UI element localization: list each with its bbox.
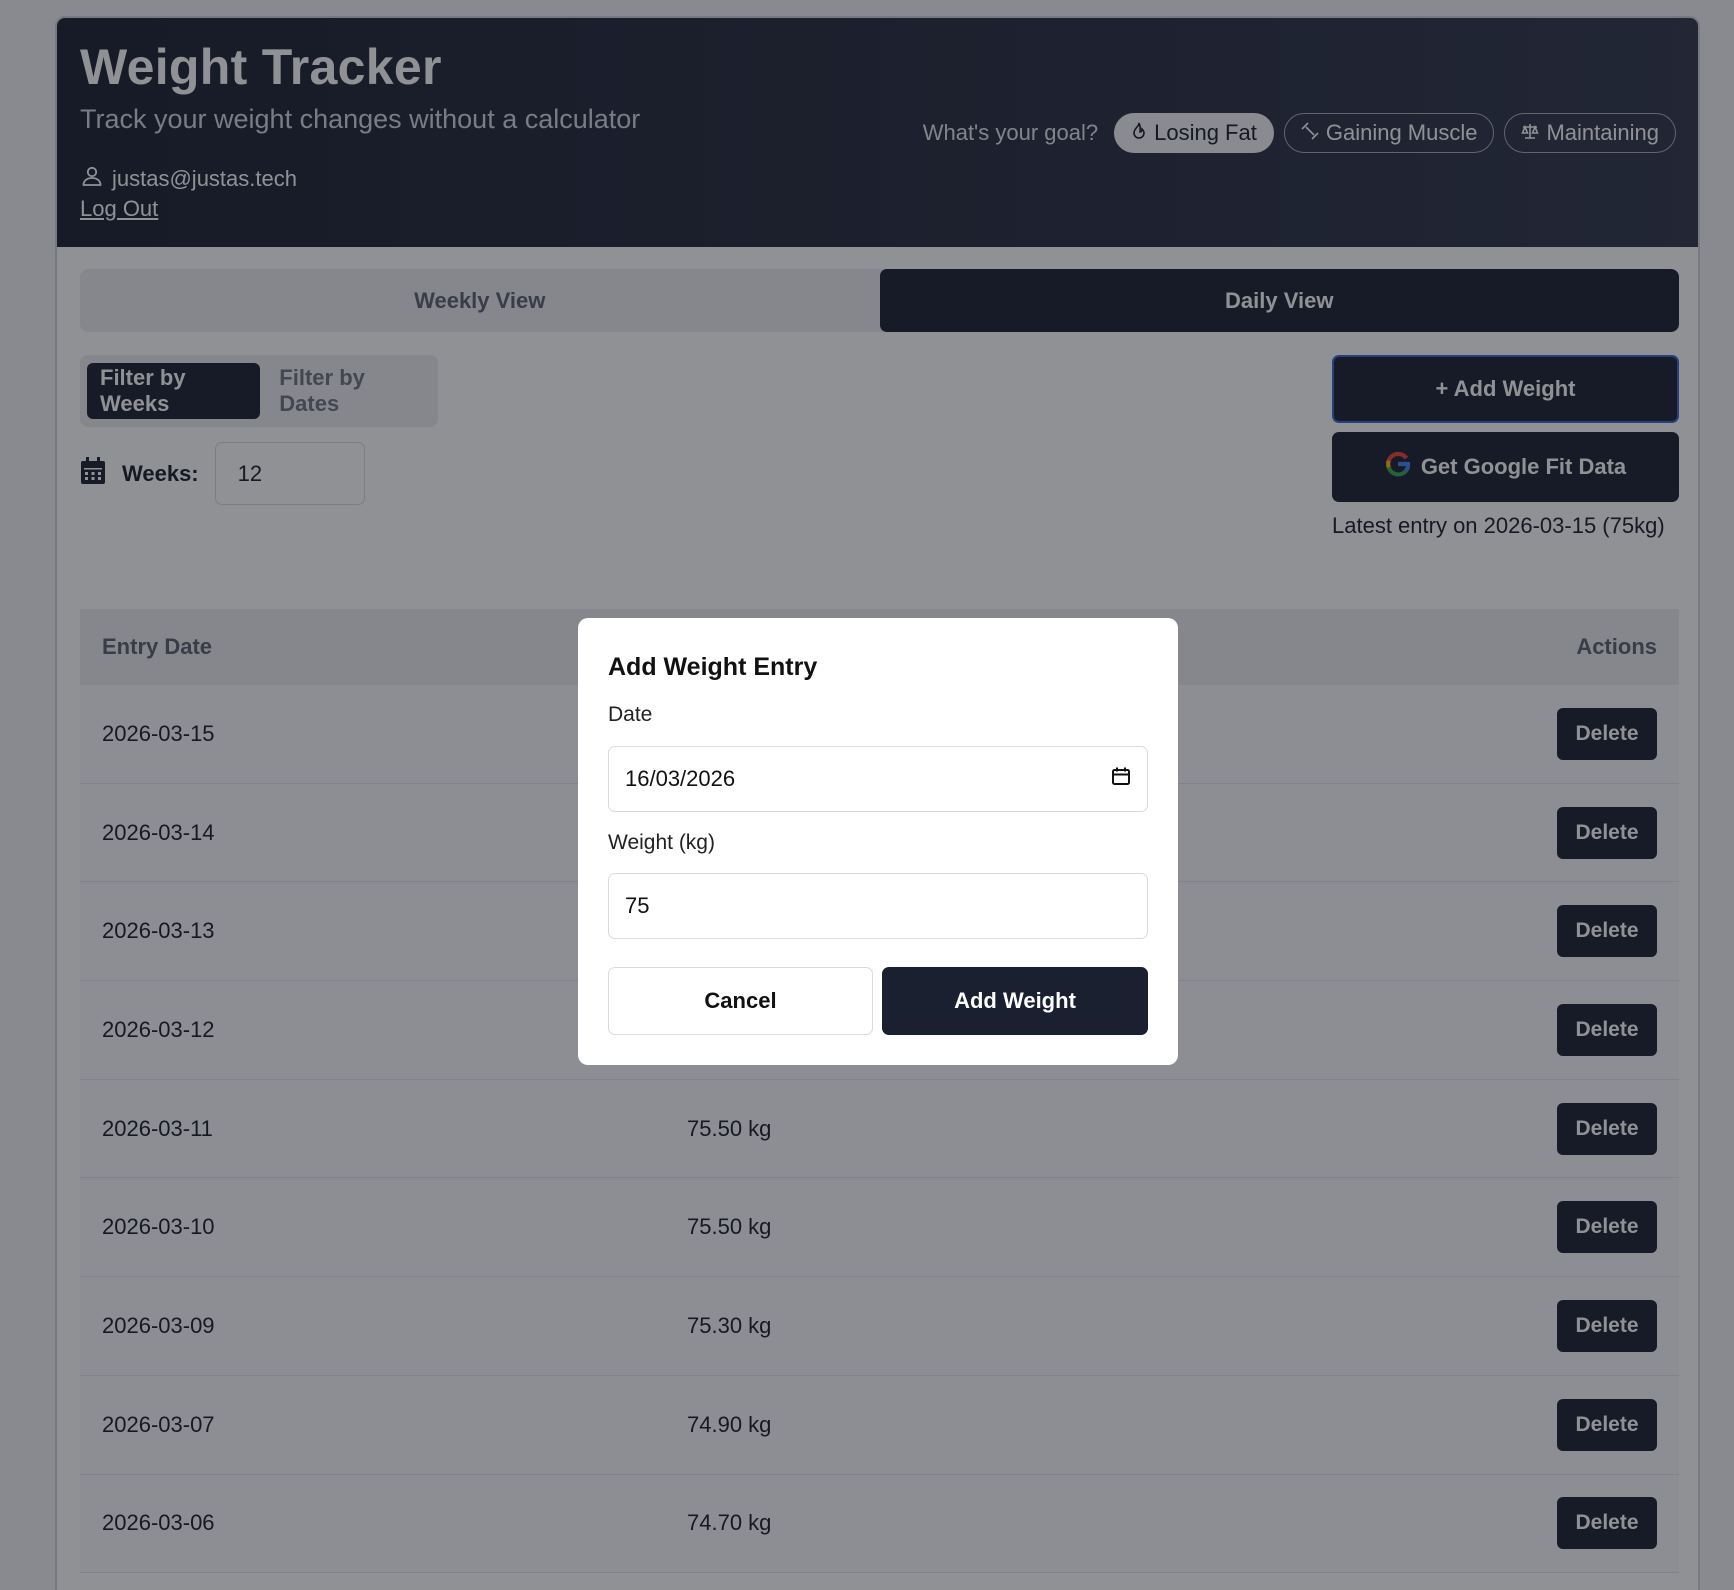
add-weight-dialog: Add Weight Entry Date 16/03/2026 Weight … <box>578 618 1178 1065</box>
calendar-picker-icon[interactable] <box>1111 766 1131 792</box>
date-input[interactable]: 16/03/2026 <box>608 746 1148 812</box>
dialog-title: Add Weight Entry <box>608 653 818 681</box>
date-value: 16/03/2026 <box>625 766 736 791</box>
cancel-button[interactable]: Cancel <box>608 967 873 1035</box>
weight-label: Weight (kg) <box>608 831 715 854</box>
weight-input[interactable]: 75 <box>608 873 1148 939</box>
submit-add-weight-button[interactable]: Add Weight <box>882 967 1148 1035</box>
date-label: Date <box>608 703 653 726</box>
